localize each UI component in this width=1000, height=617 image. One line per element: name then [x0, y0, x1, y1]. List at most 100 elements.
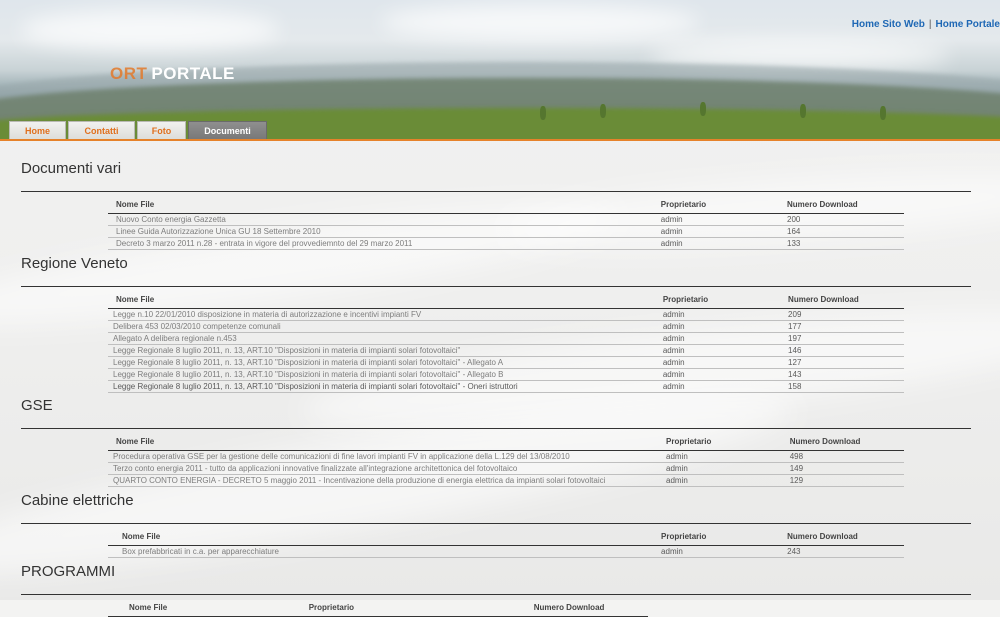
file-name-link[interactable]: Legge Regionale 8 luglio 2011, n. 13, AR…	[108, 356, 655, 369]
file-name-link[interactable]: Decreto 3 marzo 2011 n.28 - entrata in v…	[108, 237, 653, 250]
download-count: 243	[779, 545, 904, 558]
column-header-downloads: Numero Download	[525, 598, 648, 617]
column-header-owner: Proprietario	[654, 290, 781, 309]
file-name-link[interactable]: Legge Regionale 8 luglio 2011, n. 13, AR…	[108, 380, 655, 393]
table-header-row: Nome File Proprietario Numero Download	[108, 527, 904, 546]
column-header-owner: Proprietario	[652, 195, 779, 214]
download-count: 127	[780, 356, 904, 369]
column-header-owner: Proprietario	[300, 598, 526, 617]
section-rule	[21, 191, 971, 192]
table-row[interactable]: Box prefabbricati in c.a. per apparecchi…	[108, 545, 904, 558]
column-header-name: Nome File	[108, 195, 653, 214]
table-header-row: Nome File Proprietario Numero Download	[108, 598, 648, 617]
table-row[interactable]: Linee Guida Autorizzazione Unica GU 18 S…	[108, 225, 904, 238]
file-name-link[interactable]: Box prefabbricati in c.a. per apparecchi…	[108, 545, 654, 558]
table-header-row: Nome File Proprietario Numero Download	[108, 432, 904, 451]
section-rule	[21, 286, 971, 287]
tab-home[interactable]: Home	[9, 121, 66, 140]
file-name-link[interactable]: Delibera 453 02/03/2010 competenze comun…	[108, 320, 655, 333]
files-table: Nome File Proprietario Numero Download Proc…	[108, 432, 904, 487]
download-count: 200	[779, 213, 904, 226]
table-row[interactable]: Legge Regionale 8 luglio 2011, n. 13, AR…	[108, 368, 904, 381]
section-3: Cabine elettriche Nome File Proprietario Nu…	[21, 489, 971, 558]
file-name-link[interactable]: Legge n.10 22/01/2010 disposizione in ma…	[108, 308, 655, 321]
column-header-owner: Proprietario	[653, 527, 780, 546]
logo-text-part2: PORTALE	[151, 64, 235, 83]
section-rule	[21, 594, 971, 595]
link-separator: |	[928, 19, 932, 30]
download-count: 129	[781, 474, 904, 487]
column-header-name: Nome File	[108, 527, 654, 546]
download-count: 197	[780, 332, 904, 345]
table-row[interactable]: Legge Regionale 8 luglio 2011, n. 13, AR…	[108, 344, 904, 357]
table-row[interactable]: Allegato A delibera regionale n.453 admin…	[108, 332, 904, 345]
main-tabs: Home Contatti Foto Documenti	[9, 121, 267, 140]
table-row[interactable]: Procedura operativa GSE per la gestione …	[108, 450, 904, 463]
file-name-link[interactable]: Procedura operativa GSE per la gestione …	[108, 450, 659, 463]
file-name-link[interactable]: Legge Regionale 8 luglio 2011, n. 13, AR…	[108, 344, 655, 357]
table-header-row: Nome File Proprietario Numero Download	[108, 195, 904, 214]
table-row[interactable]: Legge Regionale 8 luglio 2011, n. 13, AR…	[108, 380, 904, 393]
tab-documenti[interactable]: Documenti	[188, 121, 267, 140]
table-header-row: Nome File Proprietario Numero Download	[108, 290, 904, 309]
file-owner: admin	[658, 462, 782, 475]
download-count: 498	[781, 450, 904, 463]
header-divider	[0, 139, 1000, 141]
file-owner: admin	[654, 320, 781, 333]
download-count: 143	[780, 368, 904, 381]
tab-foto[interactable]: Foto	[137, 121, 186, 140]
table-row[interactable]: Legge Regionale 8 luglio 2011, n. 13, AR…	[108, 356, 904, 369]
column-header-downloads: Numero Download	[781, 432, 904, 451]
file-name-link[interactable]: Legge Regionale 8 luglio 2011, n. 13, AR…	[108, 368, 655, 381]
download-count: 209	[780, 308, 904, 321]
file-owner: admin	[654, 344, 781, 357]
section-title: PROGRAMMI	[21, 563, 116, 580]
file-owner: admin	[652, 237, 779, 250]
section-rule	[21, 428, 971, 429]
file-name-link[interactable]: Allegato A delibera regionale n.453	[108, 332, 655, 345]
table-row[interactable]: Decreto 3 marzo 2011 n.28 - entrata in v…	[108, 237, 904, 250]
column-header-downloads: Numero Download	[779, 527, 904, 546]
file-name-link[interactable]: QUARTO CONTO ENERGIA - DECRETO 5 maggio …	[108, 474, 659, 487]
file-owner: admin	[654, 380, 781, 393]
files-table: Nome File Proprietario Numero Download Box …	[108, 527, 904, 558]
table-row[interactable]: Nuovo Conto energia Gazzetta admin 200	[108, 213, 904, 226]
table-row[interactable]: Terzo conto energia 2011 - tutto da appl…	[108, 462, 904, 475]
table-row[interactable]: Delibera 453 02/03/2010 competenze comun…	[108, 320, 904, 333]
download-count: 177	[780, 320, 904, 333]
download-count: 158	[780, 380, 904, 393]
section-1: Regione Veneto Nome File Proprietario Numer…	[21, 252, 971, 393]
files-table: Nome File Proprietario Numero Download	[108, 598, 648, 617]
column-header-owner: Proprietario	[658, 432, 782, 451]
file-name-link[interactable]: Linee Guida Autorizzazione Unica GU 18 S…	[108, 225, 653, 238]
home-sito-web-link[interactable]: Home Sito Web	[852, 19, 925, 30]
section-rule	[21, 523, 971, 524]
file-owner: admin	[654, 332, 781, 345]
download-count: 133	[779, 237, 904, 250]
section-2: GSE Nome File Proprietario Numero Download P…	[21, 394, 971, 487]
column-header-name: Nome File	[108, 432, 659, 451]
table-row[interactable]: QUARTO CONTO ENERGIA - DECRETO 5 maggio …	[108, 474, 904, 487]
tab-contatti[interactable]: Contatti	[68, 121, 135, 140]
home-portale-link[interactable]: Home Portale	[936, 19, 1000, 30]
column-header-downloads: Numero Download	[779, 195, 904, 214]
file-owner: admin	[654, 308, 781, 321]
file-name-link[interactable]: Terzo conto energia 2011 - tutto da appl…	[108, 462, 659, 475]
file-name-link[interactable]: Nuovo Conto energia Gazzetta	[108, 213, 653, 226]
column-header-name: Nome File	[108, 290, 655, 309]
file-owner: admin	[652, 225, 779, 238]
table-row[interactable]: Legge n.10 22/01/2010 disposizione in ma…	[108, 308, 904, 321]
file-owner: admin	[658, 450, 782, 463]
files-table: Nome File Proprietario Numero Download Nuov…	[108, 195, 904, 250]
file-owner: admin	[653, 545, 780, 558]
column-header-name: Nome File	[108, 598, 301, 617]
file-owner: admin	[652, 213, 779, 226]
site-logo[interactable]: ORT PORTALE	[110, 64, 235, 84]
section-4: PROGRAMMI Nome File Proprietario Numero Dow…	[21, 560, 971, 617]
header-banner: ORT PORTALE Home Sito Web | Home Portale Ho…	[0, 0, 1000, 140]
download-count: 149	[781, 462, 904, 475]
section-0: Documenti vari Nome File Proprietario Numer…	[21, 157, 971, 250]
logo-text-part1: ORT	[110, 64, 148, 83]
column-header-downloads: Numero Download	[780, 290, 904, 309]
download-count: 146	[780, 344, 904, 357]
